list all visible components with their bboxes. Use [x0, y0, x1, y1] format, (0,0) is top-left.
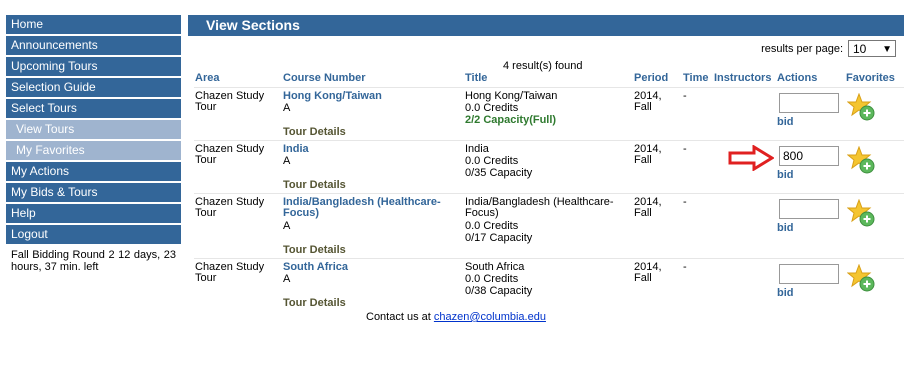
sidebar: Home Announcements Upcoming Tours Select… — [6, 15, 181, 273]
column-header-instructors[interactable]: Instructors — [714, 72, 771, 84]
table-row: Chazen Study Tour India/Bangladesh (Heal… — [194, 193, 904, 257]
add-favorite-star-icon[interactable] — [847, 199, 875, 227]
sidebar-item-my-favorites[interactable]: My Favorites — [6, 141, 181, 160]
row-time: - — [683, 143, 687, 155]
result-count: 4 result(s) found — [503, 60, 583, 72]
column-header-favorites: Favorites — [846, 72, 895, 84]
row-title: Hong Kong/Taiwan — [465, 90, 558, 102]
course-link[interactable]: India — [283, 144, 309, 155]
sections-table: Area Course Number Title Period Time Ins… — [194, 72, 904, 309]
row-period: 2014, Fall — [634, 196, 662, 219]
row-period: 2014, Fall — [634, 261, 662, 284]
tour-details-link[interactable]: Tour Details — [283, 298, 346, 309]
sidebar-item-my-bids-tours[interactable]: My Bids & Tours — [6, 183, 181, 202]
row-title: South Africa — [465, 261, 525, 273]
row-credits: 0.0 Credits — [465, 220, 519, 232]
bid-button[interactable]: bid — [777, 222, 794, 234]
bid-input[interactable] — [779, 199, 839, 219]
row-time: - — [683, 261, 687, 273]
row-area: Chazen Study Tour — [195, 196, 265, 219]
course-link[interactable]: South Africa — [283, 262, 348, 273]
row-section: A — [283, 273, 291, 285]
column-header-course-number[interactable]: Course Number — [283, 72, 366, 84]
bid-input[interactable] — [779, 93, 839, 113]
bid-button[interactable]: bid — [777, 116, 794, 128]
results-per-page-select[interactable]: 10 ▼ — [848, 40, 896, 57]
bid-input[interactable] — [779, 146, 839, 166]
tour-details-link[interactable]: Tour Details — [283, 180, 346, 191]
page-title: View Sections — [188, 15, 904, 36]
column-header-time[interactable]: Time — [683, 72, 708, 84]
contact-text: Contact us at — [366, 311, 431, 323]
column-header-actions: Actions — [777, 72, 818, 84]
row-credits: 0.0 Credits — [465, 155, 519, 167]
sidebar-item-selection-guide[interactable]: Selection Guide — [6, 78, 181, 97]
sidebar-item-logout[interactable]: Logout — [6, 225, 181, 244]
add-favorite-star-icon[interactable] — [847, 93, 875, 121]
sidebar-item-upcoming-tours[interactable]: Upcoming Tours — [6, 57, 181, 76]
contact-footer: Contact us at chazen@columbia.edu — [366, 311, 546, 323]
table-row: Chazen Study Tour South Africa A Tour De… — [194, 258, 904, 311]
row-time: - — [683, 90, 687, 102]
results-per-page-label: results per page: — [761, 42, 843, 55]
tour-details-link[interactable]: Tour Details — [283, 245, 346, 256]
row-area: Chazen Study Tour — [195, 261, 265, 284]
row-area: Chazen Study Tour — [195, 143, 265, 166]
tour-details-link[interactable]: Tour Details — [283, 127, 346, 138]
results-per-page: results per page: 10 ▼ — [761, 40, 896, 57]
sidebar-item-my-actions[interactable]: My Actions — [6, 162, 181, 181]
row-time: - — [683, 196, 687, 208]
row-capacity: 0/35 Capacity — [465, 167, 533, 179]
bid-button[interactable]: bid — [777, 169, 794, 181]
sidebar-item-view-tours[interactable]: View Tours — [6, 120, 181, 139]
sidebar-item-help[interactable]: Help — [6, 204, 181, 223]
row-credits: 0.0 Credits — [465, 273, 519, 285]
row-capacity: 0/17 Capacity — [465, 232, 533, 244]
arrow-right-icon — [728, 145, 774, 171]
row-capacity: 0/38 Capacity — [465, 285, 533, 297]
row-area: Chazen Study Tour — [195, 90, 265, 113]
table-row: Chazen Study Tour Hong Kong/Taiwan A Tou… — [194, 87, 904, 140]
sidebar-item-announcements[interactable]: Announcements — [6, 36, 181, 55]
row-title: India/Bangladesh (Healthcare-Focus) — [465, 196, 614, 219]
results-per-page-value: 10 — [853, 42, 867, 56]
table-header: Area Course Number Title Period Time Ins… — [194, 72, 904, 87]
row-credits: 0.0 Credits — [465, 102, 519, 114]
contact-email-link[interactable]: chazen@columbia.edu — [434, 311, 546, 323]
column-header-area[interactable]: Area — [195, 72, 219, 84]
table-row: Chazen Study Tour India A Tour Details I… — [194, 140, 904, 193]
add-favorite-star-icon[interactable] — [847, 146, 875, 174]
course-link[interactable]: India/Bangladesh (Healthcare-Focus) — [283, 197, 453, 219]
column-header-period[interactable]: Period — [634, 72, 668, 84]
row-title: India — [465, 143, 489, 155]
bidding-round-status: Fall Bidding Round 2 12 days, 23 hours, … — [11, 249, 176, 273]
bid-input[interactable] — [779, 264, 839, 284]
sidebar-item-select-tours[interactable]: Select Tours — [6, 99, 181, 118]
bid-button[interactable]: bid — [777, 287, 794, 299]
add-favorite-star-icon[interactable] — [847, 264, 875, 292]
row-section: A — [283, 155, 291, 167]
row-section: A — [283, 220, 291, 232]
row-section: A — [283, 102, 291, 114]
sidebar-item-home[interactable]: Home — [6, 15, 181, 34]
chevron-down-icon: ▼ — [882, 44, 892, 55]
row-period: 2014, Fall — [634, 90, 662, 113]
column-header-title[interactable]: Title — [465, 72, 487, 84]
row-period: 2014, Fall — [634, 143, 662, 166]
row-capacity: 2/2 Capacity(Full) — [465, 114, 557, 126]
course-link[interactable]: Hong Kong/Taiwan — [283, 91, 382, 102]
